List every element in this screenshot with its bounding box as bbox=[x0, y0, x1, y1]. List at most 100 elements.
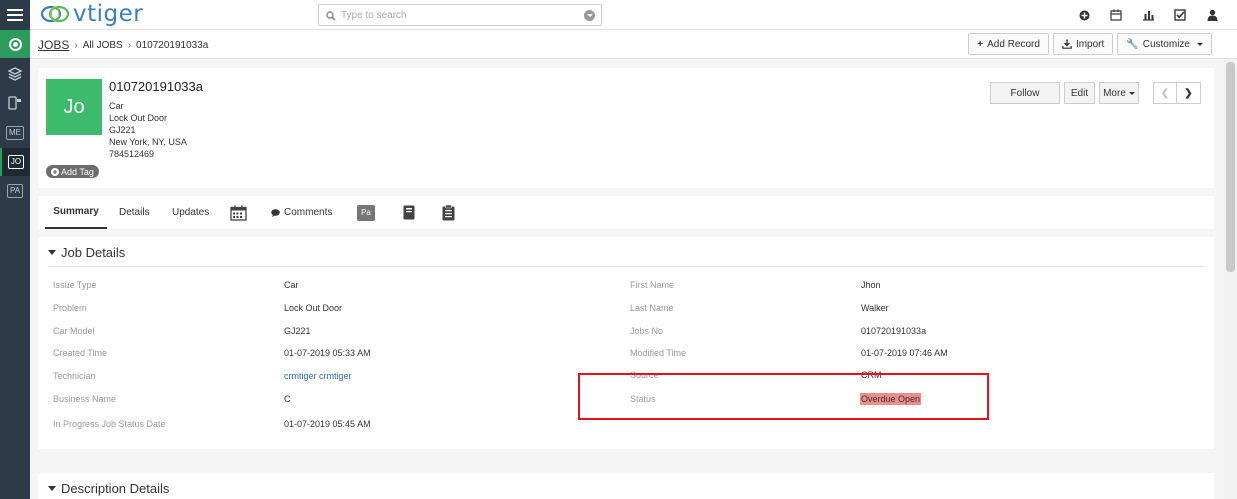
rail-item-me[interactable]: ME bbox=[0, 119, 30, 147]
description-section: Description Details bbox=[38, 473, 1214, 499]
notebook-icon bbox=[403, 205, 415, 220]
record-line: GJ221 bbox=[109, 125, 136, 135]
previous-record-button[interactable]: ❮ bbox=[1153, 82, 1177, 104]
home-icon[interactable] bbox=[0, 30, 30, 58]
vtiger-logo[interactable]: vtiger bbox=[40, 1, 143, 27]
tab-details[interactable]: Details bbox=[119, 196, 150, 229]
customize-button[interactable]: 🔧 Customize bbox=[1117, 33, 1212, 55]
record-line: 784512469 bbox=[109, 149, 155, 159]
reports-chart-icon[interactable] bbox=[1139, 6, 1157, 24]
chevron-down-icon bbox=[1197, 42, 1203, 46]
page-scrollbar[interactable] bbox=[1224, 59, 1237, 499]
plus-circle-icon bbox=[51, 167, 59, 176]
layers-icon[interactable] bbox=[0, 60, 30, 88]
search-filter-dropdown-icon[interactable] bbox=[584, 10, 595, 21]
add-tag-label: Add Tag bbox=[61, 166, 94, 177]
description-header[interactable]: Description Details bbox=[48, 481, 169, 496]
chevron-down-icon bbox=[1128, 91, 1135, 95]
record-summary-lines: Car Lock Out Door GJ221 New York, NY, US… bbox=[109, 100, 187, 160]
field-label: Last Name bbox=[630, 303, 674, 313]
field-value: 01-07-2019 07:46 AM bbox=[861, 348, 948, 358]
tab-pa-badge: Pa bbox=[357, 204, 375, 221]
edit-button[interactable]: Edit bbox=[1064, 82, 1095, 104]
search-icon bbox=[326, 11, 336, 21]
breadcrumb: JOBS › All JOBS › 010720191033a bbox=[38, 38, 208, 52]
download-icon bbox=[1062, 39, 1072, 49]
field-value: 01-07-2019 05:45 AM bbox=[284, 419, 371, 429]
record-tabs: Summary Details Updates Comments Pa bbox=[38, 196, 1214, 229]
calendar-icon[interactable] bbox=[1107, 6, 1125, 24]
user-profile-icon[interactable] bbox=[1203, 6, 1221, 24]
field-value: 01-07-2019 05:33 AM bbox=[284, 348, 371, 358]
field-value: Jhon bbox=[861, 280, 881, 290]
field-label: First Name bbox=[630, 280, 675, 290]
vtiger-logo-mark bbox=[40, 5, 70, 23]
search-input[interactable] bbox=[341, 8, 581, 22]
more-label: More bbox=[1103, 87, 1126, 99]
field-value: Walker bbox=[861, 303, 889, 313]
field-value: 010720191033a bbox=[861, 326, 927, 336]
breadcrumb-list[interactable]: All JOBS bbox=[83, 40, 123, 51]
status-highlight-box bbox=[578, 373, 989, 420]
quick-create-icon[interactable] bbox=[1075, 6, 1093, 24]
plus-icon: + bbox=[977, 38, 984, 50]
more-button[interactable]: More bbox=[1099, 82, 1139, 104]
import-button[interactable]: Import bbox=[1052, 33, 1114, 55]
chevron-right-icon: ❯ bbox=[1184, 87, 1193, 99]
chevron-left-icon: ❮ bbox=[1160, 87, 1170, 99]
add-tag-button[interactable]: Add Tag bbox=[46, 165, 99, 178]
tab-calendar[interactable] bbox=[230, 196, 247, 229]
description-title: Description Details bbox=[61, 481, 170, 496]
field-label: Created Time bbox=[53, 348, 108, 358]
follow-button[interactable]: Follow bbox=[990, 82, 1060, 104]
field-value: C bbox=[284, 394, 291, 404]
tab-comments[interactable]: Comments bbox=[271, 196, 332, 229]
rail-item-pa[interactable]: PA bbox=[0, 177, 30, 205]
field-label: Business Name bbox=[53, 394, 117, 404]
field-label: In Progress Job Status Date bbox=[53, 419, 166, 429]
app-rail: ME JO PA bbox=[0, 0, 30, 499]
collapse-caret-icon bbox=[48, 250, 56, 255]
main-content: Jo 010720191033a Car Lock Out Door GJ221… bbox=[30, 59, 1224, 499]
comment-bubble-icon bbox=[271, 208, 280, 217]
rail-item-jo[interactable]: JO bbox=[0, 148, 30, 176]
record-avatar: Jo bbox=[46, 79, 102, 135]
clipboard-icon bbox=[442, 204, 455, 220]
field-value: Car bbox=[284, 280, 299, 290]
tab-updates[interactable]: Updates bbox=[172, 196, 209, 229]
record-line: Lock Out Door bbox=[109, 113, 168, 123]
field-label: Jobs No bbox=[630, 326, 664, 336]
breadcrumb-module[interactable]: JOBS bbox=[38, 38, 69, 52]
job-details-title: Job Details bbox=[61, 245, 126, 260]
record-title: 010720191033a bbox=[109, 79, 203, 94]
wrench-icon: 🔧 bbox=[1126, 38, 1139, 50]
job-details-header[interactable]: Job Details bbox=[48, 245, 125, 260]
mobile-icon[interactable] bbox=[0, 89, 30, 117]
next-record-button[interactable]: ❯ bbox=[1177, 82, 1201, 104]
tab-document[interactable] bbox=[403, 196, 415, 229]
add-record-button[interactable]: + Add Record bbox=[968, 33, 1049, 55]
customize-label: Customize bbox=[1142, 38, 1190, 50]
menu-icon[interactable] bbox=[0, 0, 30, 30]
field-value: Lock Out Door bbox=[284, 303, 343, 313]
record-line: Car bbox=[109, 101, 124, 111]
field-label: Car Model bbox=[53, 326, 95, 336]
breadcrumb-separator-icon: › bbox=[127, 39, 132, 51]
tasks-check-icon[interactable] bbox=[1171, 6, 1189, 24]
breadcrumb-record: 010720191033a bbox=[136, 39, 209, 51]
field-label: Technician bbox=[53, 371, 96, 381]
add-record-label: Add Record bbox=[987, 38, 1040, 50]
scrollbar-thumb[interactable] bbox=[1226, 62, 1235, 272]
section-divider bbox=[48, 266, 1204, 267]
tab-pa[interactable]: Pa bbox=[357, 196, 375, 229]
rail-item-label: JO bbox=[7, 155, 25, 169]
tab-summary[interactable]: Summary bbox=[45, 196, 107, 229]
tab-notes[interactable] bbox=[442, 196, 455, 229]
record-line: New York, NY, USA bbox=[109, 137, 187, 147]
calendar-icon bbox=[230, 205, 247, 221]
field-value: GJ221 bbox=[284, 326, 311, 336]
global-search[interactable] bbox=[318, 4, 602, 26]
tab-comments-label: Comments bbox=[284, 207, 333, 218]
technician-link[interactable]: crmtiger crmtiger bbox=[284, 371, 352, 381]
field-label: Issue Type bbox=[53, 280, 97, 290]
